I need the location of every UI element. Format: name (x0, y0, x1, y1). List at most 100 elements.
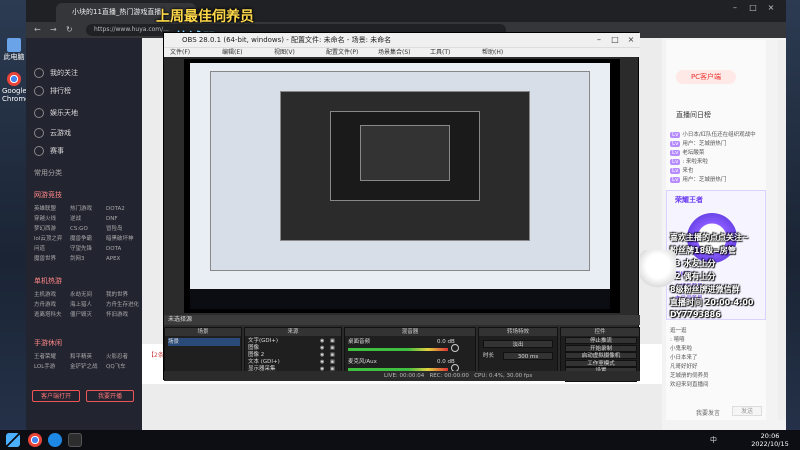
duration-label: 时长 (483, 353, 495, 359)
sidebar-item-entertainment[interactable]: 娱乐天地 (34, 106, 78, 120)
sidebar-game-link[interactable]: 魔兽世界 (34, 254, 70, 264)
mixer-title: 混音器 (345, 328, 475, 336)
sidebar-game-link[interactable]: 主机游戏 (34, 290, 70, 300)
obs-menu-item[interactable]: 场景集合(S) (378, 48, 411, 58)
minimize-icon[interactable]: – (730, 3, 740, 13)
forward-icon[interactable]: → (50, 24, 60, 36)
obs-close-icon[interactable]: × (626, 35, 636, 45)
sidebar-item-cloud-game[interactable]: 云游戏 (34, 126, 71, 140)
sidebar-item-rank[interactable]: 排行榜 (34, 84, 71, 98)
sidebar-game-link[interactable]: APEX (106, 254, 142, 264)
scene-item[interactable]: 场景 (168, 338, 240, 346)
sidebar-game-link[interactable]: 热门游戏 (70, 204, 106, 214)
obs-menubar: 文件(F) 编辑(E) 视图(V) 配置文件(P) 场景集合(S) 工具(T) 帮助(H) (164, 47, 640, 57)
sidebar-game-link[interactable]: 方舟游戏 (34, 300, 70, 310)
cat-mascot (640, 250, 676, 290)
computer-icon (7, 38, 21, 52)
system-clock[interactable]: 20:06 2022/10/15 (748, 432, 792, 448)
sidebar-game-link[interactable]: 金铲铲之战 (70, 362, 106, 372)
sidebar-game-link[interactable]: 守望先锋 (70, 244, 106, 254)
mixer-track-name: 麦克风/Aux (348, 359, 377, 365)
panel-title: 荣耀王者 (675, 196, 703, 204)
maximize-icon[interactable]: □ (748, 3, 758, 13)
edge-taskbar-icon[interactable] (48, 433, 62, 447)
sidebar-game-link[interactable]: 冒险岛 (106, 224, 142, 234)
overlay-line: 粉丝牌18级=房管 (670, 246, 736, 255)
client-open-button[interactable]: 客户端打开 (32, 390, 80, 402)
obs-taskbar-icon[interactable] (68, 433, 82, 447)
rank-icon (34, 86, 44, 96)
sidebar-game-link[interactable]: 逆战 (70, 214, 106, 224)
back-icon[interactable]: ← (34, 24, 44, 36)
sidebar-game-link[interactable]: 永劫无间 (70, 290, 106, 300)
overlay-line: 直播时间 20:00-4:00 (670, 298, 754, 307)
control-button[interactable]: 开始录制 (565, 344, 637, 352)
obs-menu-item[interactable]: 配置文件(P) (326, 48, 358, 58)
control-button[interactable]: 启动虚拟摄像机 (565, 352, 637, 359)
chrome-taskbar-icon[interactable] (28, 433, 42, 447)
duration-input[interactable]: 300 ms (503, 352, 553, 360)
sidebar-item-events[interactable]: 赛事 (34, 144, 64, 158)
sidebar-game-link[interactable]: DNF (106, 214, 142, 224)
desktop-icon-chrome[interactable]: Google Chrome (2, 72, 29, 103)
section-hand: 手游休闲 (34, 339, 62, 347)
sidebar-game-link[interactable]: 暗黑破坏神 (106, 234, 142, 244)
sidebar-game-link[interactable]: 英雄联盟 (34, 204, 70, 214)
control-button[interactable]: 停止推流 (565, 337, 637, 344)
sidebar-game-link[interactable]: LOL手游 (34, 362, 70, 372)
chat-badge: Lv (670, 177, 681, 183)
obs-menu-item[interactable]: 视图(V) (274, 48, 295, 58)
windows-start-icon[interactable] (6, 433, 20, 447)
start-live-button[interactable]: 我要开播 (86, 390, 134, 402)
reload-icon[interactable]: ↻ (66, 24, 76, 36)
overlay-line: 8级粉丝牌进微信群 (670, 285, 740, 294)
sidebar-game-link[interactable]: 和平精英 (70, 352, 106, 362)
transition-select[interactable]: 淡出 (483, 340, 553, 348)
obs-maximize-icon[interactable]: □ (610, 35, 620, 45)
desktop-icon-computer[interactable]: 此电脑 (2, 38, 26, 61)
sidebar-game-link[interactable]: DOTA (106, 244, 142, 254)
obs-menu-item[interactable]: 帮助(H) (482, 48, 503, 58)
sidebar-game-link[interactable]: 我的世界 (106, 290, 142, 300)
speaker-icon[interactable] (451, 344, 459, 352)
preview-screen (190, 63, 610, 309)
obs-preview[interactable] (184, 59, 620, 313)
banner-title: 上周最佳伺养员 (156, 9, 254, 25)
sidebar-game-link[interactable]: 海上猎人 (70, 300, 106, 310)
sidebar-game-link[interactable]: 梦幻西游 (34, 224, 70, 234)
sidebar-game-link[interactable]: 王者荣耀 (34, 352, 70, 362)
sidebar-game-link[interactable]: 方舟生存进化 (106, 300, 142, 310)
sidebar-game-link[interactable]: 穿越火线 (34, 214, 70, 224)
obs-menu-item[interactable]: 编辑(E) (222, 48, 242, 58)
sidebar-game-link[interactable]: 问道 (34, 244, 70, 254)
send-button[interactable]: 发送 (732, 406, 762, 416)
overlay-line: DY7793886 (670, 310, 721, 319)
overlay-line: x3 水友上分 (670, 259, 716, 268)
message-input[interactable]: 我要发言 (696, 408, 720, 417)
pc-client-button[interactable]: PC客户端 (676, 70, 736, 84)
chat-text: : 来啦来啦 (682, 159, 708, 165)
obs-minimize-icon[interactable]: – (594, 35, 604, 45)
sidebar-game-link[interactable]: CS:GO (70, 224, 106, 234)
controls-title: 控件 (561, 328, 639, 336)
sidebar-game-link[interactable]: DOTA2 (106, 204, 142, 214)
sidebar-game-link[interactable]: 怀旧游戏 (106, 310, 142, 320)
ime-indicator[interactable]: 中 (710, 435, 717, 445)
sidebar-game-link[interactable]: 逃离塔科夫 (34, 310, 70, 320)
sidebar-game-link[interactable]: 魔兽争霸 (70, 234, 106, 244)
sidebar-game-link[interactable]: 火影忍者 (106, 352, 142, 362)
obs-window: OBS 28.0.1 (64-bit, windows) - 配置文件: 未命名… (163, 32, 640, 382)
scrollbar[interactable] (778, 40, 786, 420)
sidebar-game-link[interactable]: 剑网3 (70, 254, 106, 264)
control-button[interactable]: 工作室模式 (565, 359, 637, 367)
sidebar-game-link[interactable]: 僵尸毁灭 (70, 310, 106, 320)
sidebar-game-link[interactable]: QQ飞车 (106, 362, 142, 372)
chat-badge: Lv (670, 141, 681, 147)
obs-menu-item[interactable]: 工具(T) (430, 48, 450, 58)
sidebar-game-link[interactable]: lol云顶之弈 (34, 234, 70, 244)
sidebar-item-follow[interactable]: 我的关注 (34, 66, 78, 80)
obs-menu-item[interactable]: 文件(F) (170, 48, 190, 58)
close-icon[interactable]: × (766, 3, 776, 13)
obs-statusbar: LIVE: 00:00:04 REC: 00:00:00 CPU: 0.4%, … (164, 371, 640, 381)
mixer-track-name: 桌面音频 (348, 339, 371, 345)
